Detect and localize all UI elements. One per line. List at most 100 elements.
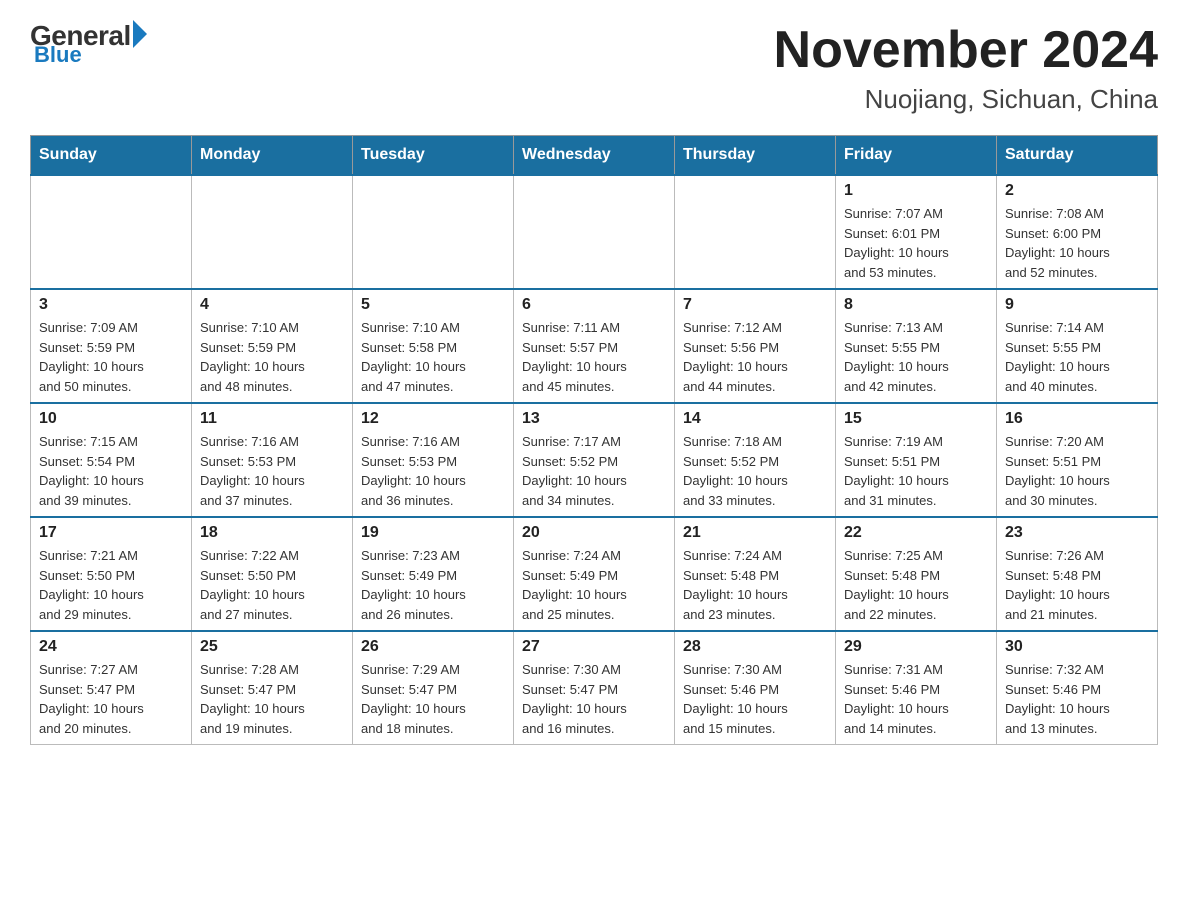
calendar-cell: 17 Sunrise: 7:21 AM Sunset: 5:50 PM Dayli… <box>31 517 192 631</box>
calendar-cell: 15 Sunrise: 7:19 AM Sunset: 5:51 PM Dayli… <box>836 403 997 517</box>
day-info: Sunrise: 7:12 AM Sunset: 5:56 PM Dayligh… <box>683 318 827 396</box>
day-number: 23 <box>1005 524 1149 542</box>
calendar-cell: 20Sunrise: 7:24 AM Sunset: 5:49 PM Dayli… <box>514 517 675 631</box>
calendar-cell: 16 Sunrise: 7:20 AM Sunset: 5:51 PM Dayli… <box>997 403 1158 517</box>
calendar-cell <box>353 175 514 289</box>
day-number: 8 <box>844 296 988 314</box>
calendar-cell <box>514 175 675 289</box>
day-number: 11 <box>200 410 344 428</box>
day-number: 13 <box>522 410 666 428</box>
week-row-3: 10 Sunrise: 7:15 AM Sunset: 5:54 PM Dayli… <box>31 403 1158 517</box>
calendar-cell: 1 Sunrise: 7:07 AM Sunset: 6:01 PM Daylig… <box>836 175 997 289</box>
page-header: General Blue November 2024 Nuojiang, Sic… <box>30 20 1158 115</box>
column-header-thursday: Thursday <box>675 136 836 176</box>
day-info: Sunrise: 7:16 AM Sunset: 5:53 PM Dayligh… <box>200 432 344 510</box>
calendar-cell: 13 Sunrise: 7:17 AM Sunset: 5:52 PM Dayli… <box>514 403 675 517</box>
day-info: Sunrise: 7:27 AM Sunset: 5:47 PM Dayligh… <box>39 660 183 738</box>
calendar-cell: 12 Sunrise: 7:16 AM Sunset: 5:53 PM Dayli… <box>353 403 514 517</box>
day-info: Sunrise: 7:07 AM Sunset: 6:01 PM Dayligh… <box>844 204 988 282</box>
day-info: Sunrise: 7:21 AM Sunset: 5:50 PM Dayligh… <box>39 546 183 624</box>
calendar-cell: 10 Sunrise: 7:15 AM Sunset: 5:54 PM Dayli… <box>31 403 192 517</box>
calendar-cell: 7 Sunrise: 7:12 AM Sunset: 5:56 PM Daylig… <box>675 289 836 403</box>
day-info: Sunrise: 7:20 AM Sunset: 5:51 PM Dayligh… <box>1005 432 1149 510</box>
day-number: 24 <box>39 638 183 656</box>
day-info: Sunrise: 7:08 AM Sunset: 6:00 PM Dayligh… <box>1005 204 1149 282</box>
location-title: Nuojiang, Sichuan, China <box>774 84 1158 115</box>
day-number: 16 <box>1005 410 1149 428</box>
calendar-cell: 5 Sunrise: 7:10 AM Sunset: 5:58 PM Daylig… <box>353 289 514 403</box>
column-header-tuesday: Tuesday <box>353 136 514 176</box>
day-number: 30 <box>1005 638 1149 656</box>
logo: General Blue <box>30 20 147 68</box>
day-info: Sunrise: 7:10 AM Sunset: 5:58 PM Dayligh… <box>361 318 505 396</box>
day-number: 28 <box>683 638 827 656</box>
day-number: 14 <box>683 410 827 428</box>
calendar-cell: 24 Sunrise: 7:27 AM Sunset: 5:47 PM Dayli… <box>31 631 192 745</box>
calendar-cell: 8Sunrise: 7:13 AM Sunset: 5:55 PM Daylig… <box>836 289 997 403</box>
day-number: 6 <box>522 296 666 314</box>
calendar-cell: 29Sunrise: 7:31 AM Sunset: 5:46 PM Dayli… <box>836 631 997 745</box>
calendar-cell: 14 Sunrise: 7:18 AM Sunset: 5:52 PM Dayli… <box>675 403 836 517</box>
calendar-cell: 3Sunrise: 7:09 AM Sunset: 5:59 PM Daylig… <box>31 289 192 403</box>
day-info: Sunrise: 7:18 AM Sunset: 5:52 PM Dayligh… <box>683 432 827 510</box>
day-number: 4 <box>200 296 344 314</box>
day-number: 29 <box>844 638 988 656</box>
calendar-cell: 25Sunrise: 7:28 AM Sunset: 5:47 PM Dayli… <box>192 631 353 745</box>
week-row-5: 24 Sunrise: 7:27 AM Sunset: 5:47 PM Dayli… <box>31 631 1158 745</box>
column-header-sunday: Sunday <box>31 136 192 176</box>
month-title: November 2024 <box>774 20 1158 80</box>
calendar-cell: 6 Sunrise: 7:11 AM Sunset: 5:57 PM Daylig… <box>514 289 675 403</box>
calendar-cell: 30Sunrise: 7:32 AM Sunset: 5:46 PM Dayli… <box>997 631 1158 745</box>
title-block: November 2024 Nuojiang, Sichuan, China <box>774 20 1158 115</box>
day-info: Sunrise: 7:30 AM Sunset: 5:47 PM Dayligh… <box>522 660 666 738</box>
column-header-wednesday: Wednesday <box>514 136 675 176</box>
day-number: 3 <box>39 296 183 314</box>
calendar-cell: 19Sunrise: 7:23 AM Sunset: 5:49 PM Dayli… <box>353 517 514 631</box>
day-info: Sunrise: 7:17 AM Sunset: 5:52 PM Dayligh… <box>522 432 666 510</box>
column-header-monday: Monday <box>192 136 353 176</box>
day-info: Sunrise: 7:19 AM Sunset: 5:51 PM Dayligh… <box>844 432 988 510</box>
logo-arrow-icon <box>133 20 147 48</box>
calendar-cell: 27 Sunrise: 7:30 AM Sunset: 5:47 PM Dayli… <box>514 631 675 745</box>
day-number: 9 <box>1005 296 1149 314</box>
calendar-cell: 22 Sunrise: 7:25 AM Sunset: 5:48 PM Dayli… <box>836 517 997 631</box>
day-info: Sunrise: 7:15 AM Sunset: 5:54 PM Dayligh… <box>39 432 183 510</box>
day-number: 5 <box>361 296 505 314</box>
calendar-cell <box>31 175 192 289</box>
day-info: Sunrise: 7:24 AM Sunset: 5:48 PM Dayligh… <box>683 546 827 624</box>
calendar-cell: 9 Sunrise: 7:14 AM Sunset: 5:55 PM Daylig… <box>997 289 1158 403</box>
calendar-cell: 28 Sunrise: 7:30 AM Sunset: 5:46 PM Dayli… <box>675 631 836 745</box>
calendar-cell: 23 Sunrise: 7:26 AM Sunset: 5:48 PM Dayli… <box>997 517 1158 631</box>
day-info: Sunrise: 7:29 AM Sunset: 5:47 PM Dayligh… <box>361 660 505 738</box>
day-number: 15 <box>844 410 988 428</box>
calendar-cell: 4 Sunrise: 7:10 AM Sunset: 5:59 PM Daylig… <box>192 289 353 403</box>
day-info: Sunrise: 7:30 AM Sunset: 5:46 PM Dayligh… <box>683 660 827 738</box>
day-info: Sunrise: 7:16 AM Sunset: 5:53 PM Dayligh… <box>361 432 505 510</box>
calendar-table: SundayMondayTuesdayWednesdayThursdayFrid… <box>30 135 1158 745</box>
day-info: Sunrise: 7:26 AM Sunset: 5:48 PM Dayligh… <box>1005 546 1149 624</box>
day-info: Sunrise: 7:22 AM Sunset: 5:50 PM Dayligh… <box>200 546 344 624</box>
day-number: 10 <box>39 410 183 428</box>
day-number: 19 <box>361 524 505 542</box>
calendar-cell <box>675 175 836 289</box>
week-row-4: 17 Sunrise: 7:21 AM Sunset: 5:50 PM Dayli… <box>31 517 1158 631</box>
day-number: 17 <box>39 524 183 542</box>
day-number: 1 <box>844 182 988 200</box>
logo-blue-text: Blue <box>34 42 82 68</box>
calendar-cell: 18 Sunrise: 7:22 AM Sunset: 5:50 PM Dayli… <box>192 517 353 631</box>
calendar-cell: 21 Sunrise: 7:24 AM Sunset: 5:48 PM Dayli… <box>675 517 836 631</box>
day-number: 12 <box>361 410 505 428</box>
day-number: 20 <box>522 524 666 542</box>
day-number: 7 <box>683 296 827 314</box>
day-info: Sunrise: 7:11 AM Sunset: 5:57 PM Dayligh… <box>522 318 666 396</box>
day-number: 22 <box>844 524 988 542</box>
day-number: 27 <box>522 638 666 656</box>
column-header-saturday: Saturday <box>997 136 1158 176</box>
day-number: 21 <box>683 524 827 542</box>
day-info: Sunrise: 7:25 AM Sunset: 5:48 PM Dayligh… <box>844 546 988 624</box>
day-info: Sunrise: 7:10 AM Sunset: 5:59 PM Dayligh… <box>200 318 344 396</box>
day-number: 18 <box>200 524 344 542</box>
week-row-2: 3Sunrise: 7:09 AM Sunset: 5:59 PM Daylig… <box>31 289 1158 403</box>
day-number: 2 <box>1005 182 1149 200</box>
day-info: Sunrise: 7:14 AM Sunset: 5:55 PM Dayligh… <box>1005 318 1149 396</box>
